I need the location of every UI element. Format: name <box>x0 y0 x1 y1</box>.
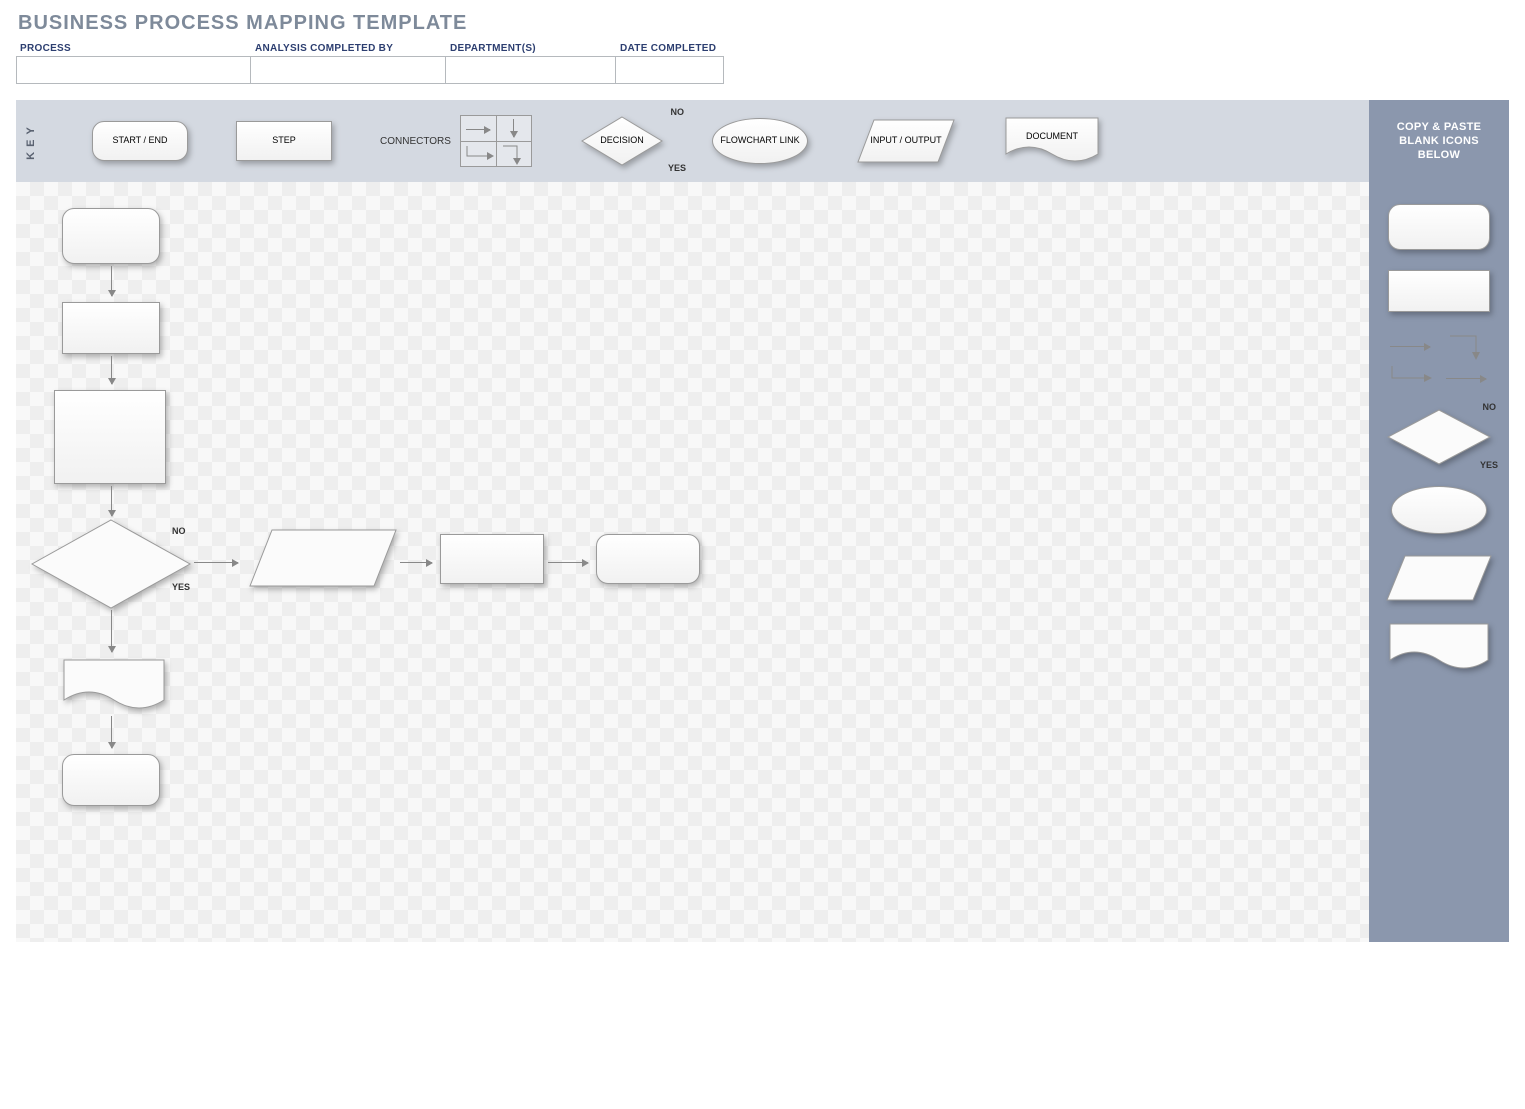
canvas-end-terminator-bottom[interactable] <box>62 754 160 806</box>
meta-process: PROCESS <box>16 43 251 84</box>
meta-date: DATE COMPLETED <box>616 43 724 84</box>
canvas-decision-no: NO <box>172 526 186 536</box>
canvas-step-1[interactable] <box>62 302 160 354</box>
arrow-icon <box>111 610 112 652</box>
process-icon: STEP <box>236 121 332 161</box>
key-document: DOCUMENT <box>1004 116 1100 166</box>
meta-row: PROCESS ANALYSIS COMPLETED BY DEPARTMENT… <box>16 43 1509 84</box>
arrow-icon <box>111 266 112 296</box>
canvas-io[interactable] <box>248 528 398 588</box>
key-connectors: CONNECTORS <box>380 115 532 167</box>
date-input[interactable] <box>616 56 724 84</box>
meta-analysis: ANALYSIS COMPLETED BY <box>251 43 446 84</box>
palette-sidebar: NO YES <box>1369 182 1509 942</box>
key-input-output: INPUT / OUTPUT <box>856 118 956 164</box>
key-body: START / END STEP CONNECTORS <box>46 100 1369 182</box>
arrow-icon <box>111 716 112 748</box>
flowchart-link-label: FLOWCHART LINK <box>713 119 807 163</box>
arrow-icon <box>111 486 112 516</box>
key-tab-label: KEY <box>25 122 37 160</box>
key-step: STEP <box>236 121 332 161</box>
connectors-icon <box>460 115 532 167</box>
arrow-icon <box>548 562 588 563</box>
terminator-icon: START / END <box>92 121 188 161</box>
terminator-label: START / END <box>93 122 187 160</box>
palette-terminator[interactable] <box>1388 204 1490 250</box>
palette-process[interactable] <box>1388 270 1490 312</box>
paste-header: COPY & PASTE BLANK ICONS BELOW <box>1369 100 1509 182</box>
palette-connectors[interactable] <box>1386 332 1492 388</box>
decision-no-label: NO <box>671 107 685 117</box>
palette-yes-label: YES <box>1480 460 1498 470</box>
canvas-start-terminator[interactable] <box>62 208 160 264</box>
process-label: STEP <box>237 122 331 160</box>
analysis-input[interactable] <box>251 56 446 84</box>
arrow-icon <box>400 562 432 563</box>
decision-yes-label: YES <box>668 163 686 173</box>
ellipse-icon: FLOWCHART LINK <box>712 118 808 164</box>
palette-no-label: NO <box>1483 402 1497 412</box>
meta-date-label: DATE COMPLETED <box>616 43 724 56</box>
key-start-end: START / END <box>92 121 188 161</box>
department-input[interactable] <box>446 56 616 84</box>
parallelogram-icon <box>856 118 956 164</box>
canvas-decision-yes: YES <box>172 582 190 592</box>
connectors-label: CONNECTORS <box>380 136 450 147</box>
arrow-icon <box>194 562 238 563</box>
meta-department-label: DEPARTMENT(S) <box>446 43 616 56</box>
key-tab: KEY <box>16 100 46 182</box>
paste-header-label: COPY & PASTE BLANK ICONS BELOW <box>1379 120 1499 163</box>
key-strip: KEY START / END STEP CONNECTORS <box>16 100 1509 182</box>
canvas-document[interactable] <box>62 658 166 714</box>
process-input[interactable] <box>16 56 251 84</box>
canvas-step-3[interactable] <box>440 534 544 584</box>
canvas-decision[interactable] <box>30 518 192 610</box>
palette-decision[interactable]: NO YES <box>1386 408 1492 466</box>
palette-ellipse[interactable] <box>1391 486 1487 534</box>
key-flowchart-link: FLOWCHART LINK <box>712 118 808 164</box>
canvas-end-terminator-right[interactable] <box>596 534 700 584</box>
page-title: BUSINESS PROCESS MAPPING TEMPLATE <box>16 10 1509 43</box>
key-decision: DECISION NO YES <box>580 115 664 167</box>
canvas-step-2[interactable] <box>54 390 166 484</box>
decision-icon <box>580 115 664 167</box>
meta-process-label: PROCESS <box>16 43 251 56</box>
meta-analysis-label: ANALYSIS COMPLETED BY <box>251 43 446 56</box>
meta-department: DEPARTMENT(S) <box>446 43 616 84</box>
palette-parallelogram[interactable] <box>1385 554 1493 602</box>
arrow-icon <box>111 356 112 384</box>
document-icon <box>1004 116 1100 166</box>
canvas[interactable]: NO YES <box>16 182 1369 942</box>
palette-document[interactable] <box>1388 622 1490 674</box>
work-row: NO YES <box>16 182 1509 942</box>
